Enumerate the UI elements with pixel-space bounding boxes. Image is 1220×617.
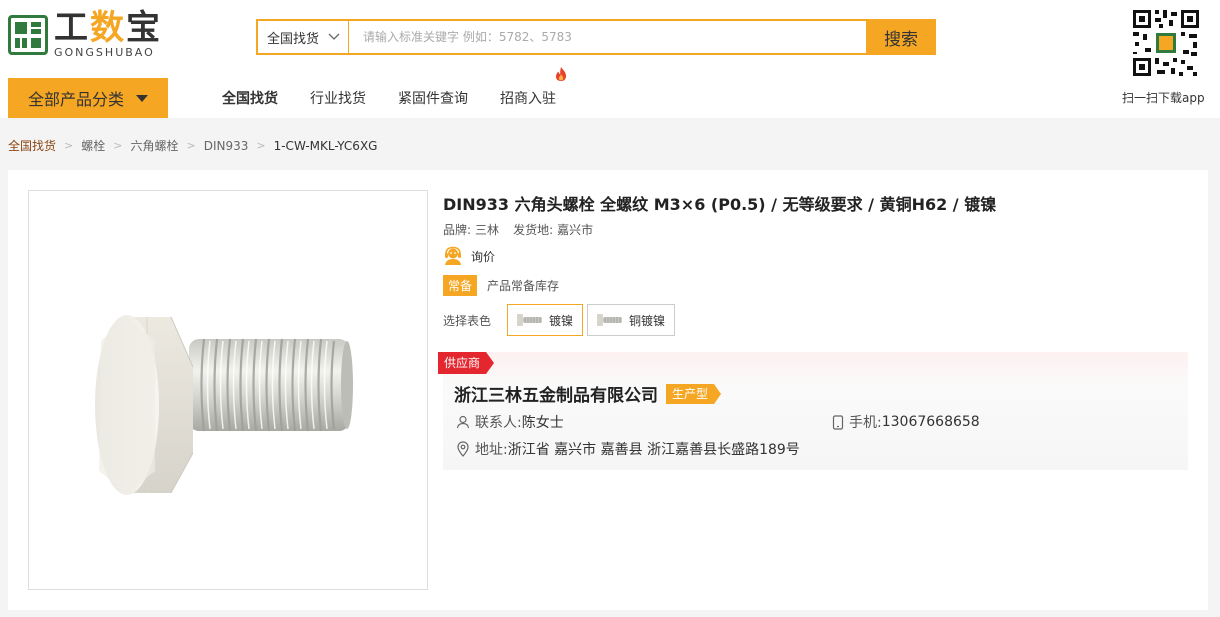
- logo-char-2: 数: [90, 8, 126, 48]
- phone-label: 手机:: [849, 415, 882, 431]
- product-meta: 品牌: 三林 发货地: 嘉兴市: [443, 221, 597, 238]
- address-label: 地址:: [475, 442, 508, 458]
- user-icon: [456, 415, 470, 429]
- color-label: 选择表色: [443, 313, 492, 328]
- inquiry-button[interactable]: 询价: [443, 246, 495, 266]
- all-categories-label: 全部产品分类: [28, 90, 125, 109]
- stock-text: 产品常备库存: [487, 279, 560, 293]
- supplier-phone: 手机: 13067668658: [832, 412, 980, 432]
- stock-info: 常备 产品常备库存: [443, 275, 559, 296]
- color-option-copper-nickel[interactable]: 铜镀镍: [587, 304, 676, 336]
- search-button[interactable]: 搜索: [866, 19, 936, 55]
- logo-icon: [8, 15, 48, 55]
- breadcrumb-item[interactable]: 全国找货: [8, 137, 56, 154]
- brand-label: 品牌:: [443, 223, 472, 237]
- header: 工数宝 GONGSHUBAO 全国找货 搜索: [0, 0, 1220, 118]
- search-scope-select[interactable]: 全国找货: [258, 21, 349, 53]
- inquiry-label: 询价: [471, 249, 496, 264]
- product-image[interactable]: [28, 190, 428, 590]
- brand-value: 三林: [475, 223, 500, 237]
- nav-item-national[interactable]: 全国找货: [222, 88, 278, 108]
- breadcrumb-item[interactable]: 六角螺栓: [130, 137, 178, 154]
- fire-icon: [556, 67, 566, 81]
- phone-value: 13067668658: [881, 414, 980, 430]
- customer-service-icon: [445, 246, 461, 265]
- bolt-thumbnail-icon: [597, 314, 623, 326]
- search-input[interactable]: [349, 21, 866, 53]
- all-categories-button[interactable]: 全部产品分类: [8, 78, 168, 118]
- bolt-image: [95, 315, 353, 495]
- logo-wordmark: 工数宝: [54, 11, 162, 45]
- supplier-address: 地址: 浙江省 嘉兴市 嘉善县 浙江嘉善县长盛路189号: [456, 439, 800, 459]
- supplier-contact: 联系人: 陈女士: [456, 412, 564, 432]
- breadcrumb-current: 1-CW-MKL-YC6XG: [273, 138, 378, 153]
- supplier-type-badge: 生产型: [666, 383, 722, 404]
- nav-item-join[interactable]: 招商入驻: [500, 67, 566, 108]
- logo-char-3: 宝: [126, 8, 162, 48]
- chevron-right-icon: >: [186, 139, 196, 152]
- logo-char-1: 工: [54, 8, 90, 48]
- chevron-right-icon: >: [113, 139, 123, 152]
- chevron-right-icon: >: [256, 139, 266, 152]
- address-value: 浙江省 嘉兴市 嘉善县 浙江嘉善县长盛路189号: [507, 442, 800, 458]
- origin-label: 发货地:: [513, 223, 554, 237]
- color-option-label: 镀镍: [549, 313, 574, 328]
- location-pin-icon: [457, 441, 469, 457]
- color-option-label: 铜镀镍: [629, 313, 666, 328]
- nav-item-fastener-query[interactable]: 紧固件查询: [398, 88, 468, 108]
- supplier-name[interactable]: 浙江三林五金制品有限公司 生产型: [454, 381, 722, 406]
- breadcrumb-item[interactable]: DIN933: [204, 139, 249, 153]
- product-title: DIN933 六角头螺栓 全螺纹 M3×6 (P0.5) / 无等级要求 / 黄…: [443, 195, 997, 214]
- caret-down-icon: [136, 94, 149, 102]
- nav-item-join-label: 招商入驻: [500, 91, 556, 107]
- qr-code: [1131, 8, 1201, 78]
- origin-value: 嘉兴市: [557, 223, 594, 237]
- stock-badge: 常备: [443, 275, 478, 296]
- supplier-card: 供应商 浙江三林五金制品有限公司 生产型 联系人: 陈女士 手机: 130676…: [438, 352, 1188, 470]
- chevron-right-icon: >: [64, 139, 74, 152]
- site-logo[interactable]: 工数宝 GONGSHUBAO: [8, 11, 162, 59]
- search-scope-label: 全国找货: [267, 31, 320, 47]
- supplier-tag: 供应商: [438, 352, 495, 374]
- nav-item-industry[interactable]: 行业找货: [310, 88, 366, 108]
- contact-label: 联系人:: [475, 415, 522, 431]
- color-selector: 选择表色 镀镍 铜镀镍: [443, 304, 679, 336]
- logo-subtitle: GONGSHUBAO: [54, 46, 155, 59]
- contact-value: 陈女士: [521, 415, 564, 431]
- breadcrumb: 全国找货 > 螺栓 > 六角螺栓 > DIN933 > 1-CW-MKL-YC6…: [8, 137, 377, 154]
- product-panel: DIN933 六角头螺栓 全螺纹 M3×6 (P0.5) / 无等级要求 / 黄…: [8, 170, 1208, 610]
- main-nav: 全国找货 行业找货 紧固件查询 招商入驻: [222, 67, 588, 118]
- bolt-thumbnail-icon: [517, 314, 543, 326]
- phone-icon: [832, 414, 844, 430]
- breadcrumb-item[interactable]: 螺栓: [81, 137, 105, 154]
- qr-caption: 扫一扫下载app: [1122, 91, 1205, 105]
- color-option-nickel[interactable]: 镀镍: [507, 304, 584, 336]
- search-bar: 全国找货 搜索: [256, 19, 936, 55]
- supplier-name-text: 浙江三林五金制品有限公司: [454, 386, 658, 406]
- chevron-down-icon: [328, 33, 340, 40]
